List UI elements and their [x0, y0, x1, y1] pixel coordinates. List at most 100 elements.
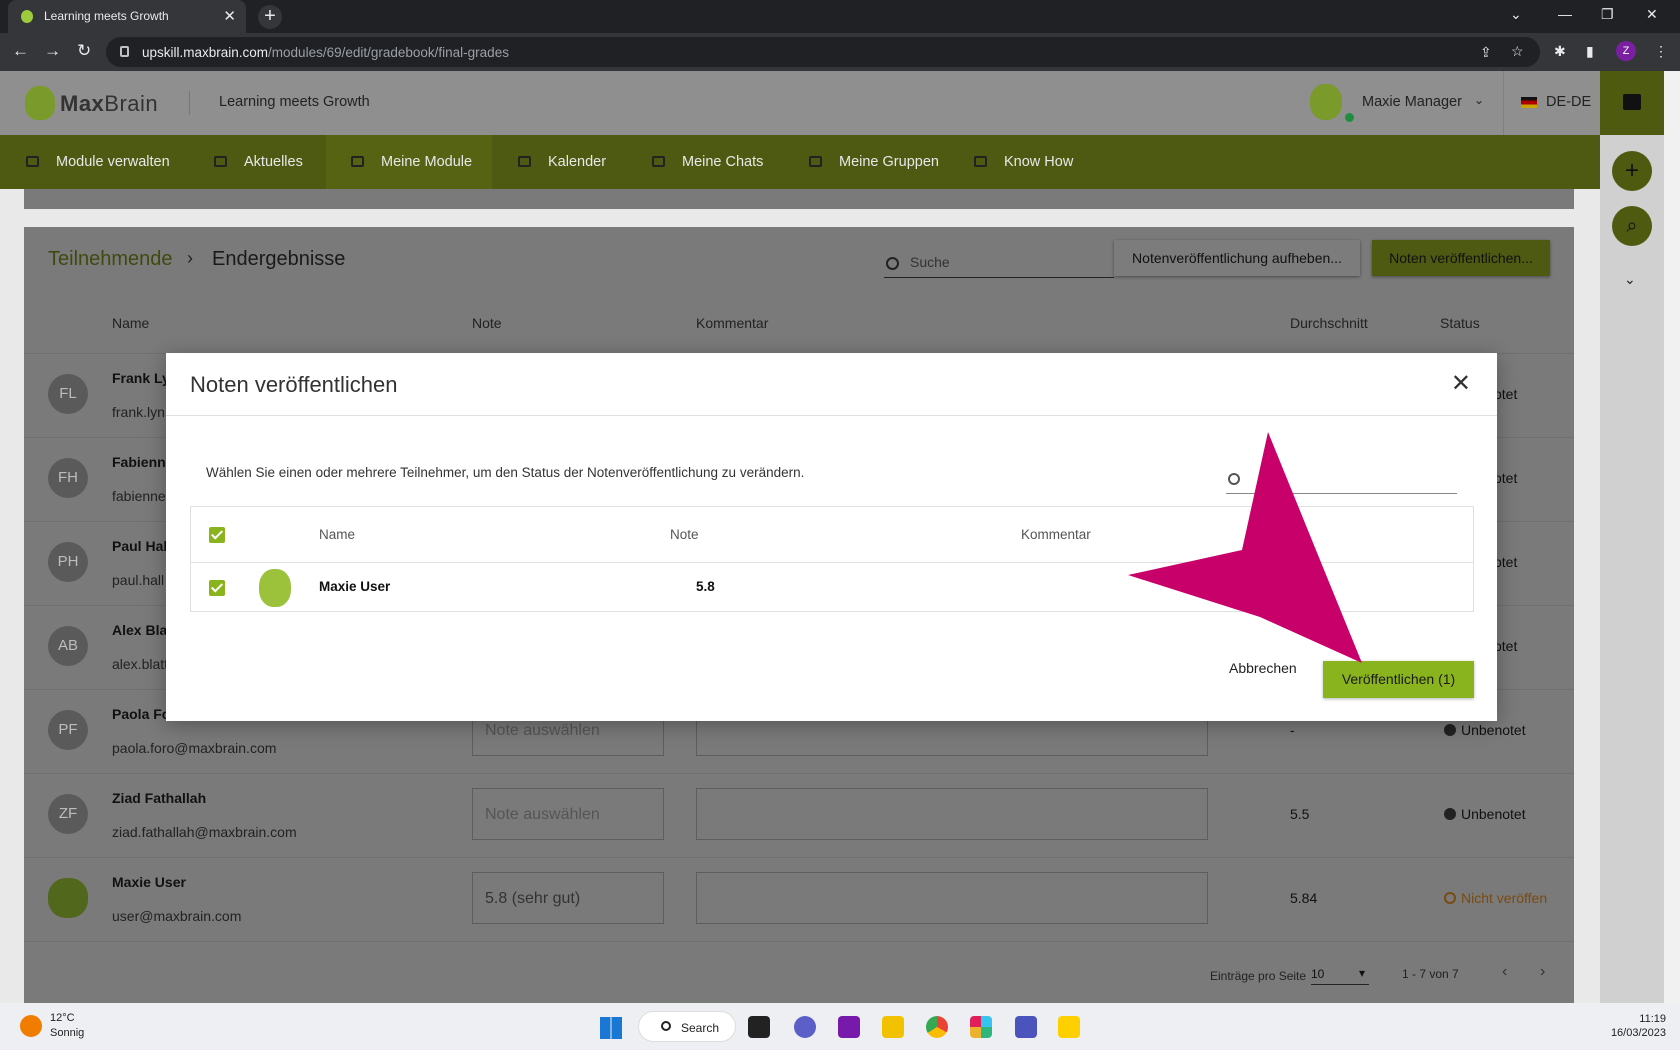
- chat-toggle-button[interactable]: [1600, 71, 1664, 135]
- group-icon: [809, 156, 822, 167]
- publish-grades-button[interactable]: Noten veröffentlichen...: [1372, 240, 1550, 276]
- bookmark-star-icon[interactable]: ☆: [1511, 43, 1524, 60]
- share-icon[interactable]: ⇪: [1480, 44, 1492, 61]
- browser-toolbar: ← → ↻ upskill.maxbrain.com/modules/69/ed…: [0, 33, 1680, 71]
- nav-meine-chats[interactable]: Meine Chats: [652, 135, 764, 189]
- nav-know-how[interactable]: Know How: [974, 135, 1073, 189]
- row-email: user@maxbrain.com: [112, 908, 242, 924]
- col-note[interactable]: Note: [472, 315, 502, 331]
- search-icon[interactable]: ⌕: [1612, 206, 1652, 246]
- status-text: Unbenotet: [1461, 806, 1526, 822]
- chrome-icon[interactable]: [926, 1016, 948, 1038]
- comment-field[interactable]: [696, 788, 1208, 840]
- table-row[interactable]: Maxie User 5.8: [191, 563, 1473, 612]
- address-bar[interactable]: upskill.maxbrain.com/modules/69/edit/gra…: [106, 37, 1540, 67]
- col-comment[interactable]: Kommentar: [696, 315, 768, 331]
- pager-range: 1 - 7 von 7: [1402, 967, 1459, 981]
- grade-select[interactable]: 5.8 (sehr gut): [472, 872, 664, 924]
- extensions-icon[interactable]: ✱: [1554, 43, 1566, 60]
- status-badge: otet: [1494, 638, 1518, 654]
- col-name: Name: [319, 527, 356, 542]
- chevron-down-icon[interactable]: ⌄: [1624, 271, 1636, 288]
- brand-logo[interactable]: MaxBrain: [60, 91, 158, 117]
- confirm-publish-button[interactable]: Veröffentlichen (1): [1323, 661, 1474, 698]
- row-name: Ziad Fathallah: [112, 790, 207, 806]
- profile-avatar[interactable]: Z: [1616, 41, 1636, 61]
- back-icon[interactable]: ←: [12, 41, 29, 61]
- close-tab-icon[interactable]: ✕: [223, 7, 236, 25]
- browser-tab[interactable]: Learning meets Growth ✕: [8, 0, 246, 33]
- next-page-icon[interactable]: ›: [1540, 963, 1545, 981]
- language-switcher[interactable]: DE-DE: [1546, 94, 1591, 110]
- nav-label: Meine Chats: [682, 154, 764, 170]
- onenote-icon[interactable]: [838, 1016, 860, 1038]
- tab-search-icon[interactable]: ⌄: [1510, 6, 1522, 23]
- windows-start-icon[interactable]: [600, 1017, 622, 1039]
- close-icon[interactable]: ✕: [1451, 369, 1471, 398]
- module-tabs-strip: [24, 189, 1574, 209]
- file-explorer-icon[interactable]: [882, 1016, 904, 1038]
- dialog-title: Noten veröffentlichen: [190, 372, 398, 397]
- dialog-description: Wählen Sie einen oder mehrere Teilnehmer…: [206, 465, 805, 480]
- comment-field[interactable]: [696, 872, 1208, 924]
- teams-icon[interactable]: [1015, 1016, 1037, 1038]
- task-view-icon[interactable]: [748, 1016, 770, 1038]
- col-average[interactable]: Durchschnitt: [1290, 315, 1368, 331]
- side-panel-icon[interactable]: ▮: [1586, 43, 1594, 60]
- table-row[interactable]: Maxie User user@maxbrain.com 5.8 (sehr g…: [24, 857, 1574, 941]
- window-close-icon[interactable]: ✕: [1646, 6, 1658, 23]
- prev-page-icon[interactable]: ‹: [1502, 963, 1507, 981]
- restore-icon[interactable]: ❐: [1601, 6, 1614, 23]
- nav-aktuelles[interactable]: Aktuelles: [214, 135, 303, 189]
- forward-icon[interactable]: →: [44, 41, 61, 61]
- unpublished-icon: [1444, 892, 1456, 904]
- menu-kebab-icon[interactable]: ⋮: [1654, 43, 1668, 60]
- search-input[interactable]: Suche: [910, 254, 950, 270]
- minimize-icon[interactable]: —: [1558, 6, 1572, 22]
- dialog-search-input[interactable]: [1226, 493, 1457, 494]
- header-divider: [189, 91, 190, 115]
- main-nav: Module verwalten Aktuelles Meine Module …: [0, 135, 1600, 189]
- per-page-select[interactable]: 10 ▾: [1311, 966, 1369, 985]
- nav-label: Module verwalten: [56, 154, 170, 170]
- avatar: ZF: [48, 794, 88, 834]
- german-flag-icon: [1521, 97, 1537, 108]
- browser-tab-strip: Learning meets Growth ✕ + ⌄ — ❐ ✕: [0, 0, 1680, 33]
- page-scrollbar[interactable]: [1664, 71, 1680, 1003]
- new-tab-button[interactable]: +: [258, 5, 282, 29]
- row-checkbox[interactable]: [209, 580, 225, 596]
- user-menu[interactable]: Maxie Manager: [1362, 94, 1462, 110]
- publish-grades-dialog: Noten veröffentlichen ✕ Wählen Sie einen…: [166, 353, 1497, 721]
- row-email: paola.foro@maxbrain.com: [112, 740, 277, 756]
- system-clock[interactable]: 11:19 16/03/2023: [1611, 1012, 1666, 1040]
- col-status[interactable]: Status: [1440, 315, 1480, 331]
- user-avatar[interactable]: [1310, 84, 1342, 120]
- table-row[interactable]: ZF Ziad Fathallah ziad.fathallah@maxbrai…: [24, 773, 1574, 857]
- breadcrumb-teilnehmende[interactable]: Teilnehmende: [48, 248, 173, 271]
- os-taskbar: 12°C Sonnig Search 11:19 16/03/2023: [0, 1003, 1680, 1050]
- col-name[interactable]: Name: [112, 315, 149, 331]
- chevron-down-icon[interactable]: ⌄: [1474, 93, 1484, 107]
- cancel-button[interactable]: Abbrechen: [1229, 660, 1297, 676]
- nav-kalender[interactable]: Kalender: [518, 135, 606, 189]
- miro-icon[interactable]: [1058, 1016, 1080, 1038]
- status-badge: Unbenotet: [1444, 806, 1574, 822]
- reload-icon[interactable]: ↻: [77, 41, 91, 61]
- chat-app-icon[interactable]: [794, 1016, 816, 1038]
- nav-meine-gruppen[interactable]: Meine Gruppen: [809, 135, 939, 189]
- status-text: Nicht veröffen: [1461, 890, 1548, 906]
- nav-module-verwalten[interactable]: Module verwalten: [26, 135, 170, 189]
- select-all-checkbox[interactable]: [209, 527, 225, 543]
- taskbar-search-label: Search: [681, 1021, 720, 1035]
- grade-select[interactable]: Note auswählen: [472, 788, 664, 840]
- unpublish-grades-button[interactable]: Notenveröffentlichung aufheben...: [1114, 240, 1360, 276]
- add-button[interactable]: +: [1612, 151, 1652, 191]
- nav-meine-module[interactable]: Meine Module: [326, 135, 492, 189]
- status-badge: otet: [1494, 554, 1518, 570]
- status-badge: Unbenotet: [1444, 722, 1574, 738]
- status-badge: otet: [1494, 470, 1518, 486]
- table-header: Name Note Kommentar: [191, 507, 1473, 563]
- taskbar-search[interactable]: Search: [638, 1011, 736, 1042]
- avatar: FL: [48, 374, 88, 414]
- slack-icon[interactable]: [970, 1016, 992, 1038]
